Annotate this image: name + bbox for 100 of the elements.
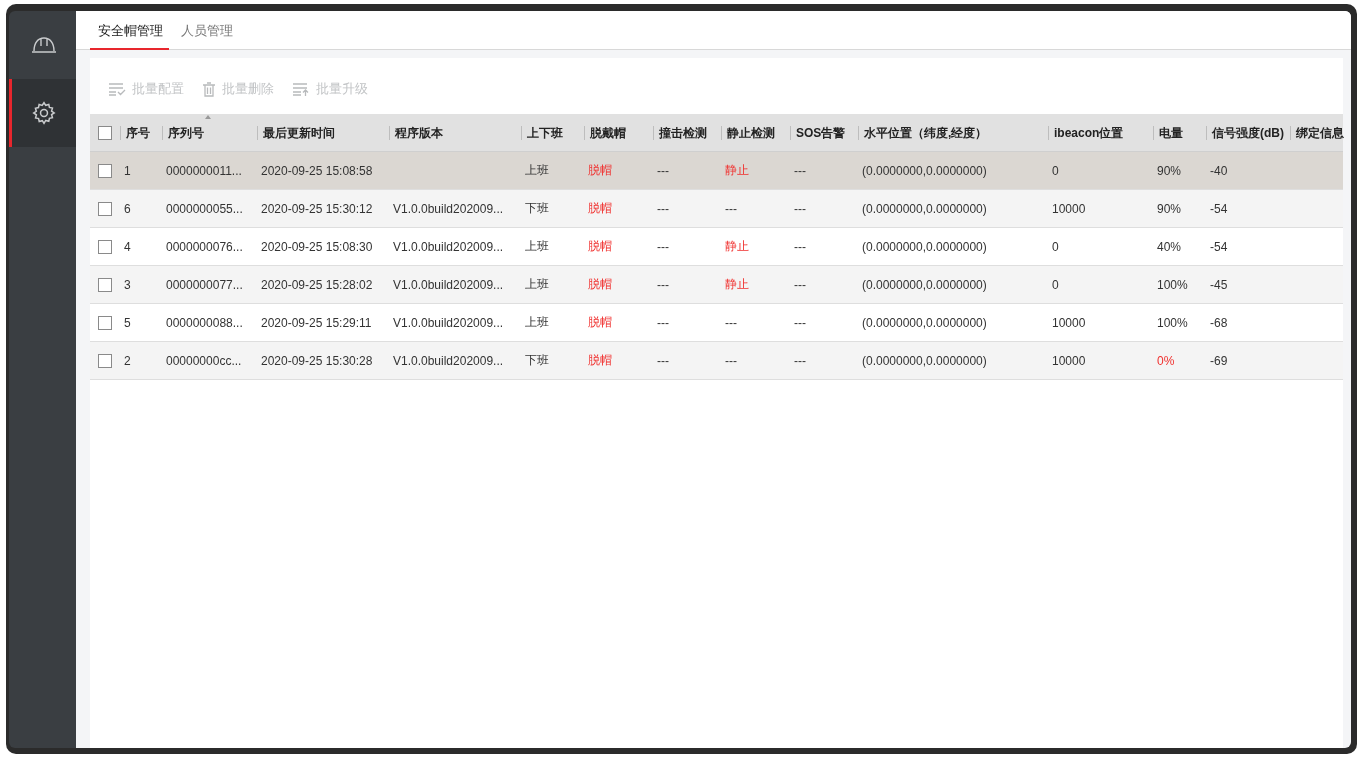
column-header[interactable]: 水平位置（纬度,经度） [858,125,1048,140]
table-cell-text: 0000000076... [165,239,244,254]
column-header[interactable]: 序号 [120,125,162,140]
table-cell-text: 2020-09-25 15:30:12 [260,201,374,216]
table-cell-text: --- [724,201,738,216]
table-row[interactable]: 1 0000000011... 2020-09-25 15:08:58 上班 脱帽 --- 静止 --- (0.0000000,0.0000000) 0 90% -40 [90,152,1343,190]
column-header[interactable]: 最后更新时间 [257,125,389,140]
table-cell-text: 90% [1156,163,1183,178]
table-row[interactable]: 3 0000000077... 2020-09-25 15:28:02 V1.0.0build202009... 上班 脱帽 --- 静止 --- (0.0000000,0.0000000) 0 100% -45 [90,266,1343,304]
column-header[interactable]: 撞击检测 [653,125,721,140]
table-cell-text: 脱帽 [587,276,613,293]
column-header[interactable]: 绑定信息 [1290,125,1344,140]
table-cell-text: 6 [123,201,132,216]
column-header[interactable]: 静止检测 [721,125,790,140]
tab[interactable]: 安全帽管理 [90,22,169,50]
table-cell-text: -45 [1209,277,1229,292]
table-cell-text: 2020-09-25 15:30:28 [260,353,374,368]
column-header[interactable]: 上下班 [521,125,584,140]
table-cell-text: --- [656,277,670,292]
table-cell-text: (0.0000000,0.0000000) [861,353,988,368]
sidebar-item[interactable] [9,79,76,147]
table-cell-text: 静止 [724,238,750,255]
checkbox[interactable] [98,353,112,368]
table-cell-text: --- [724,353,738,368]
table-cell-text: 上班 [524,314,550,331]
table-cell-text: 1 [123,163,132,178]
checkbox[interactable] [98,277,112,292]
table-cell-text: 90% [1156,201,1183,216]
table-cell-text: 0000000055... [165,201,244,216]
table-cell-text: (0.0000000,0.0000000) [861,277,988,292]
table-cell-text: 10000 [1051,201,1087,216]
table-cell-text: 00000000cc... [165,353,243,368]
table-cell-text: 10000 [1051,353,1087,368]
table-cell-text: --- [793,353,807,368]
table-cell-text: 2020-09-25 15:28:02 [260,277,374,292]
table-cell-text: 5 [123,315,132,330]
table-cell-text: 上班 [524,238,550,255]
checkbox[interactable] [98,315,112,330]
table-cell-text: 100% [1156,315,1189,330]
table-cell-text: V1.0.0build202009... [392,353,505,368]
checkbox[interactable] [98,163,112,178]
table-cell-text: 0% [1156,353,1176,368]
checkbox[interactable] [98,201,112,216]
table-row[interactable]: 2 00000000cc... 2020-09-25 15:30:28 V1.0.0build202009... 下班 脱帽 --- --- --- (0.0000000,0.0000000) 10000 0% -69 [90,342,1343,380]
table-cell-text: 脱帽 [587,200,613,217]
table-cell-text: V1.0.0build202009... [392,315,505,330]
column-header[interactable]: 序列号 [162,125,257,140]
table-cell-text: V1.0.0build202009... [392,239,505,254]
table-cell-text: (0.0000000,0.0000000) [861,239,988,254]
table-cell-text: V1.0.0build202009... [392,277,505,292]
column-header[interactable]: ibeacon位置 [1048,125,1153,140]
column-header[interactable]: 程序版本 [389,125,521,140]
list-check-icon [108,82,126,96]
table-cell-text: 0000000077... [165,277,244,292]
table-cell-text: 2020-09-25 15:08:58 [260,163,374,178]
table-cell-text: 静止 [724,276,750,293]
table-cell-text: (0.0000000,0.0000000) [861,201,988,216]
table-cell-text: 0000000011... [165,163,243,178]
table-cell-text: 脱帽 [587,314,613,331]
table-cell-text: 2020-09-25 15:29:11 [260,315,373,330]
table-cell-text: --- [793,201,807,216]
table-cell-text: 静止 [724,162,750,179]
table-cell-text: --- [656,353,670,368]
table-cell-text: --- [656,315,670,330]
table-cell-text: 0 [1051,239,1060,254]
table-cell-text: --- [793,277,807,292]
tab[interactable]: 人员管理 [173,22,239,50]
table-cell-text: 上班 [524,162,550,179]
table-cell-text: 下班 [524,200,550,217]
table-cell-text: --- [656,201,670,216]
column-header[interactable]: 脱戴帽 [584,125,653,140]
table-cell-text: 100% [1156,277,1189,292]
table-cell-text: 0 [1051,163,1060,178]
settings-icon [31,100,57,126]
column-header[interactable]: 电量 [1153,125,1206,140]
table-cell-text: 0000000088... [165,315,244,330]
table-cell-text: V1.0.0build202009... [392,201,505,216]
table-cell-text: --- [793,315,807,330]
table-cell-text: 脱帽 [587,352,613,369]
table-cell-text: --- [793,239,807,254]
trash-icon [202,81,216,97]
table-cell-text: --- [656,163,670,178]
table-cell-text: --- [793,163,807,178]
table-cell-text: -54 [1209,201,1229,216]
table-cell-text: -68 [1209,315,1229,330]
column-header[interactable]: 信号强度(dB) [1206,125,1290,140]
table-cell-text: -69 [1209,353,1229,368]
helmet-icon [31,35,57,55]
table-cell-text: --- [724,315,738,330]
table-cell-text: 0 [1051,277,1060,292]
table-cell-text: -54 [1209,239,1229,254]
checkbox[interactable] [98,125,112,140]
table-cell-text: 40% [1156,239,1183,254]
table-cell-text: 下班 [524,352,550,369]
column-header[interactable]: SOS告警 [790,125,858,140]
table-cell-text: 4 [123,239,132,254]
table-row[interactable]: 6 0000000055... 2020-09-25 15:30:12 V1.0.0build202009... 下班 脱帽 --- --- --- (0.0000000,0.0000000) 10000 90% -54 [90,190,1343,228]
table-cell-text: 2020-09-25 15:08:30 [260,239,374,254]
checkbox[interactable] [98,239,112,254]
table-cell-text: 脱帽 [587,238,613,255]
